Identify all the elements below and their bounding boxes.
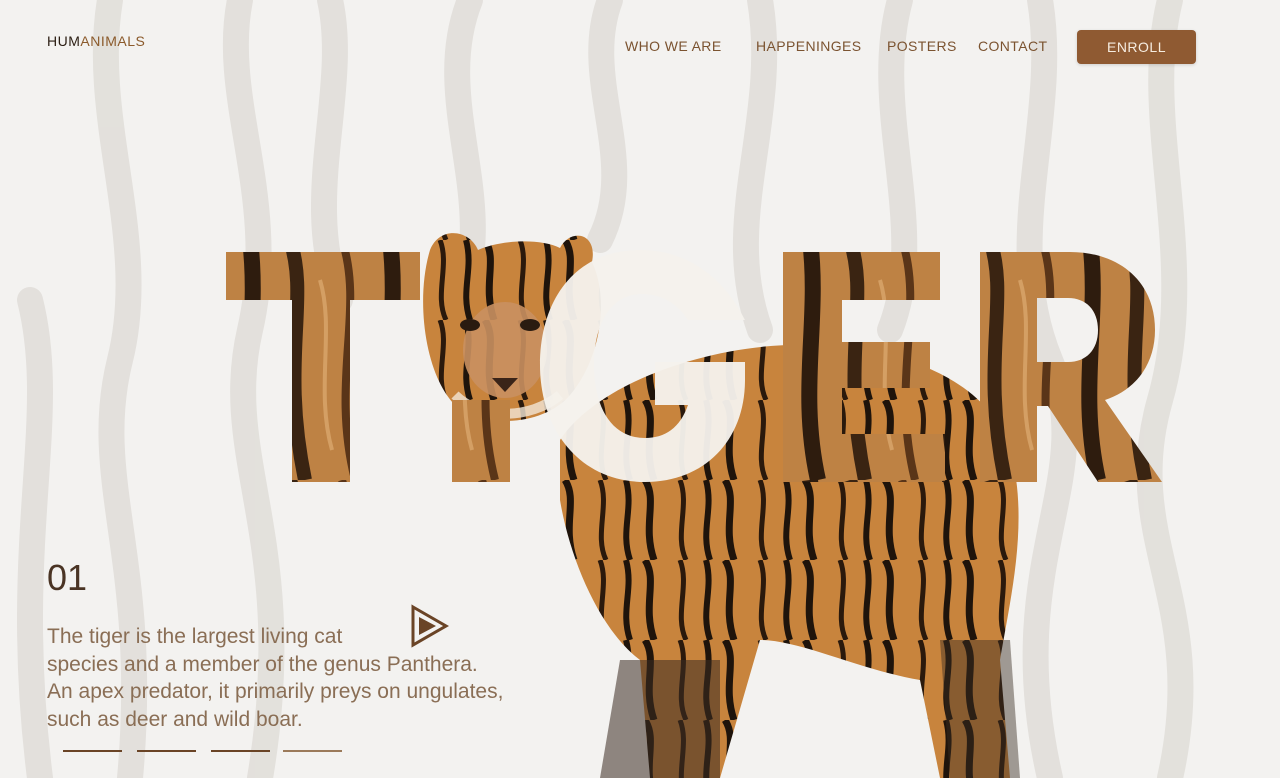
slide-number: 01 (47, 557, 88, 598)
description-line: The tiger is the largest living cat (47, 625, 343, 648)
pager-dash-2[interactable] (137, 750, 196, 752)
play-triangle-icon[interactable] (410, 604, 450, 648)
hero-title-letters (226, 250, 1162, 482)
pager-dash-3[interactable] (211, 750, 270, 752)
pager-dash-1[interactable] (63, 750, 122, 752)
hero-description: The tiger is the largest living cat spec… (47, 623, 587, 733)
pager-dash-4[interactable] (283, 750, 342, 752)
slide-pager (63, 750, 353, 754)
description-line: An apex predator, it primarily preys on … (47, 680, 504, 703)
description-line: species and a member of the genus Panthe… (47, 652, 478, 676)
description-line: such as deer and wild boar. (47, 707, 303, 731)
